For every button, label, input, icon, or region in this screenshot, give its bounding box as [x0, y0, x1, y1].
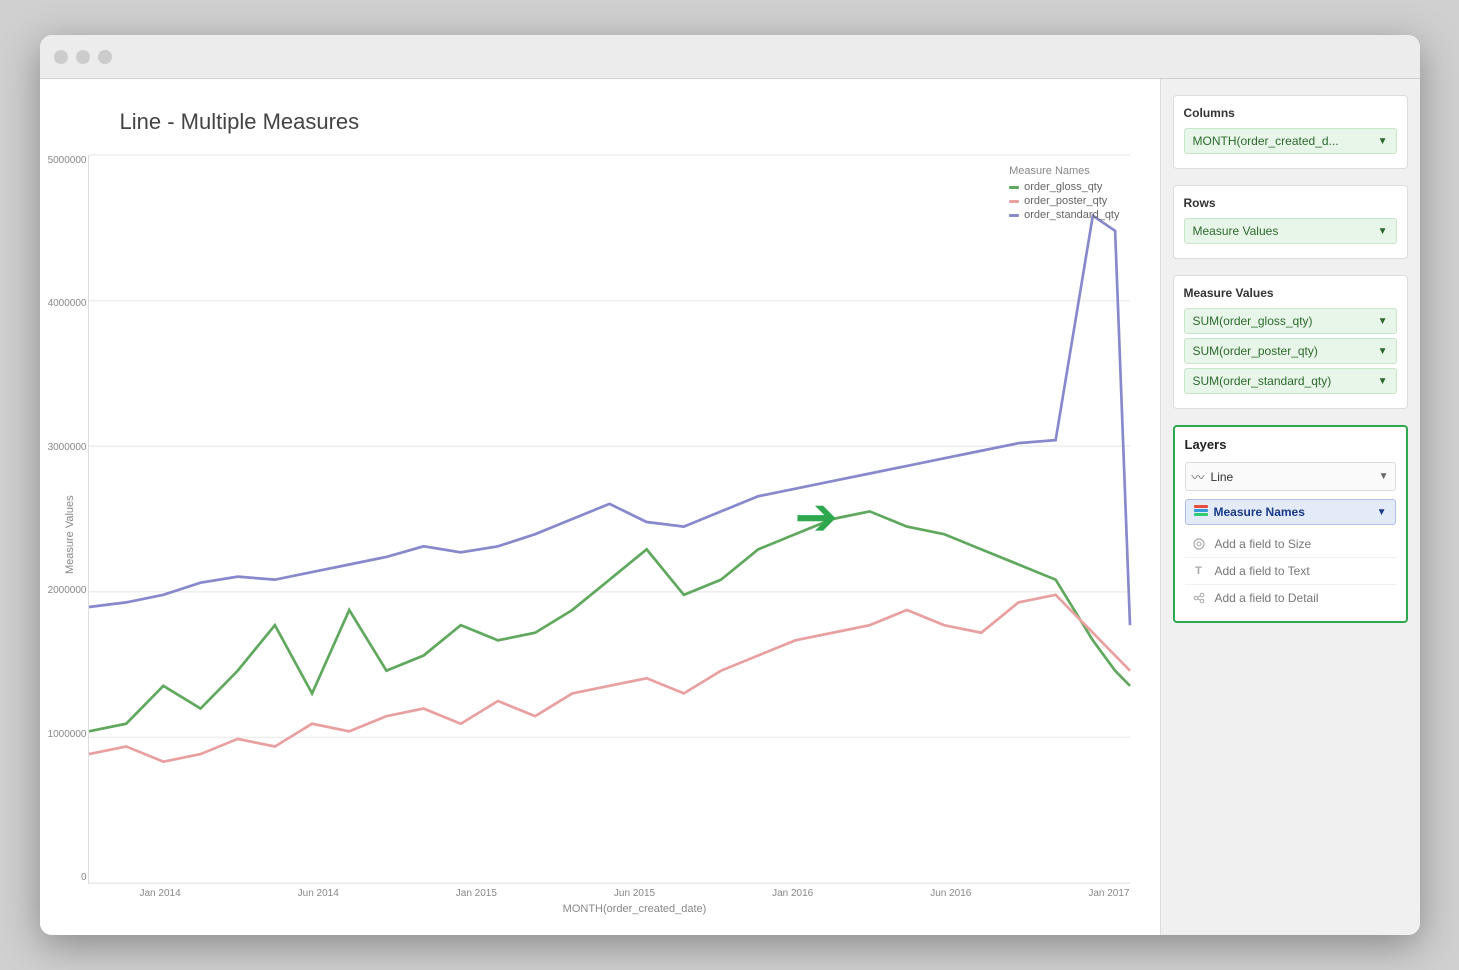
chart-area: Line - Multiple Measures Measure Values …: [40, 79, 1160, 935]
measure-standard-label: SUM(order_standard_qty): [1193, 374, 1332, 388]
right-arrow-icon: ➔: [795, 488, 839, 546]
columns-chevron-icon: ▼: [1378, 136, 1388, 147]
columns-pill[interactable]: MONTH(order_created_d... ▼: [1184, 128, 1397, 154]
add-text-label: Add a field to Text: [1215, 564, 1310, 578]
columns-title: Columns: [1184, 106, 1397, 120]
main-content: Line - Multiple Measures Measure Values …: [40, 79, 1420, 935]
measure-names-label: Measure Names: [1214, 505, 1305, 519]
legend-item-gloss: order_gloss_qty: [1009, 181, 1119, 193]
legend-label-poster: order_poster_qty: [1024, 195, 1107, 207]
right-panel: Columns MONTH(order_created_d... ▼ Rows …: [1160, 79, 1420, 935]
layer-chevron-icon: ▼: [1379, 471, 1389, 482]
size-icon: [1191, 536, 1207, 552]
add-text-field-row[interactable]: T Add a field to Text: [1185, 558, 1396, 585]
rows-pill[interactable]: Measure Values ▼: [1184, 218, 1397, 244]
legend-item-poster: order_poster_qty: [1009, 195, 1119, 207]
measure-values-section: Measure Values SUM(order_gloss_qty) ▼ SU…: [1173, 275, 1408, 409]
x-axis-title: MONTH(order_created_date): [140, 903, 1130, 915]
legend-title: Measure Names: [1009, 165, 1119, 177]
rows-chevron-icon: ▼: [1378, 226, 1388, 237]
measure-names-chevron-icon: ▼: [1377, 507, 1387, 518]
rows-section: Rows Measure Values ▼: [1173, 185, 1408, 259]
measure-names-row[interactable]: Measure Names ▼: [1185, 499, 1396, 525]
legend-dot-gloss: [1009, 186, 1019, 189]
measure-poster-label: SUM(order_poster_qty): [1193, 344, 1318, 358]
chart-inner: 5000000 4000000 3000000 2000000 1000000 …: [88, 155, 1130, 915]
measure-poster-pill[interactable]: SUM(order_poster_qty) ▼: [1184, 338, 1397, 364]
measure-names-left: Measure Names: [1194, 505, 1305, 519]
add-size-label: Add a field to Size: [1215, 537, 1312, 551]
layers-section: Layers 〰 Line ▼: [1173, 425, 1408, 623]
add-detail-field-row[interactable]: Add a field to Detail: [1185, 585, 1396, 611]
legend-dot-standard: [1009, 214, 1019, 217]
titlebar: [40, 35, 1420, 79]
detail-icon: [1191, 590, 1207, 606]
chart-legend: Measure Names order_gloss_qty order_post…: [1009, 165, 1119, 223]
layers-title: Layers: [1185, 437, 1396, 452]
measure-gloss-chevron-icon: ▼: [1378, 316, 1388, 327]
line-wave-icon: 〰: [1192, 467, 1205, 486]
measure-standard-chevron-icon: ▼: [1378, 376, 1388, 387]
arrow-container: ➔: [795, 491, 839, 543]
measure-gloss-pill[interactable]: SUM(order_gloss_qty) ▼: [1184, 308, 1397, 334]
add-size-field-row[interactable]: Add a field to Size: [1185, 531, 1396, 558]
x-axis-labels: Jan 2014 Jun 2014 Jan 2015 Jun 2015 Jan …: [140, 884, 1130, 899]
legend-item-standard: order_standard_qty: [1009, 209, 1119, 221]
measure-gloss-label: SUM(order_gloss_qty): [1193, 314, 1313, 328]
chart-plot: 5000000 4000000 3000000 2000000 1000000 …: [88, 155, 1130, 884]
app-window: Line - Multiple Measures Measure Values …: [40, 35, 1420, 935]
legend-dot-poster: [1009, 200, 1019, 203]
chart-title: Line - Multiple Measures: [120, 109, 1130, 135]
legend-label-gloss: order_gloss_qty: [1024, 181, 1102, 193]
minimize-button[interactable]: [76, 50, 90, 64]
chart-wrapper: Measure Values 5000000 4000000 3000000 2…: [60, 155, 1130, 915]
measure-standard-pill[interactable]: SUM(order_standard_qty) ▼: [1184, 368, 1397, 394]
columns-pill-label: MONTH(order_created_d...: [1193, 134, 1339, 148]
layer-type-row[interactable]: 〰 Line ▼: [1185, 462, 1396, 491]
add-detail-label: Add a field to Detail: [1215, 591, 1319, 605]
layer-type-left: 〰 Line: [1192, 467, 1234, 486]
chart-svg: [89, 155, 1130, 883]
text-icon: T: [1191, 563, 1207, 579]
maximize-button[interactable]: [98, 50, 112, 64]
measure-values-title: Measure Values: [1184, 286, 1397, 300]
y-tick-labels: 5000000 4000000 3000000 2000000 1000000 …: [40, 155, 87, 883]
layer-type-label: Line: [1211, 470, 1234, 484]
rows-pill-label: Measure Values: [1193, 224, 1279, 238]
rows-title: Rows: [1184, 196, 1397, 210]
close-button[interactable]: [54, 50, 68, 64]
measure-poster-chevron-icon: ▼: [1378, 346, 1388, 357]
legend-label-standard: order_standard_qty: [1024, 209, 1119, 221]
color-bars-icon: [1194, 505, 1208, 519]
columns-section: Columns MONTH(order_created_d... ▼: [1173, 95, 1408, 169]
